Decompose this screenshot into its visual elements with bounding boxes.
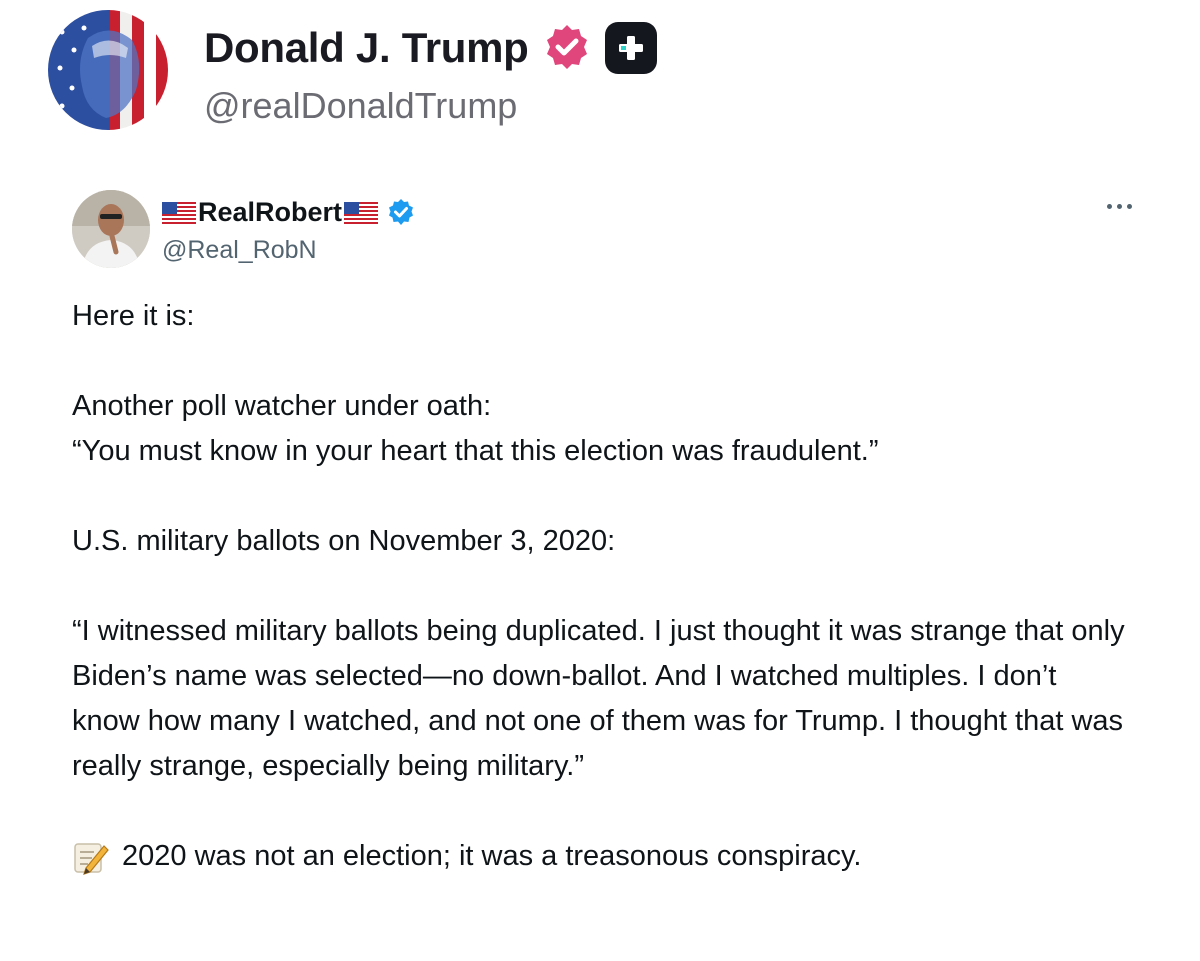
plus-badge-icon xyxy=(604,22,657,74)
memo-icon xyxy=(72,838,110,876)
closing-text: 2020 was not an election; it was a treas… xyxy=(122,840,862,872)
tweet-paragraph: “I witnessed military ballots being dupl… xyxy=(72,615,1125,782)
author-meta: Donald J. Trump @realDonaldTrump xyxy=(204,13,657,127)
quoted-author-handle[interactable]: @Real_RobN xyxy=(162,236,416,265)
post-header: Donald J. Trump @realDonaldTrump xyxy=(48,10,657,130)
blue-verified-badge-icon xyxy=(386,198,416,228)
more-dot xyxy=(1127,204,1132,209)
quoted-author-name-row: RealRobert xyxy=(162,194,416,232)
author-handle[interactable]: @realDonaldTrump xyxy=(204,85,657,127)
author-name-row: Donald J. Trump xyxy=(204,13,657,83)
more-dot xyxy=(1117,204,1122,209)
closing-line: 2020 was not an election; it was a treas… xyxy=(72,834,1132,879)
quoted-tweet-header: RealRobert @Real_RobN xyxy=(72,190,416,268)
us-flag-icon xyxy=(344,201,379,224)
quoted-author-name[interactable]: RealRobert xyxy=(198,197,342,228)
more-dot xyxy=(1107,204,1112,209)
quoted-tweet-body: Here it is: Another poll watcher under o… xyxy=(72,294,1132,879)
tweet-paragraph: U.S. military ballots on November 3, 202… xyxy=(72,525,616,557)
more-options-icon[interactable] xyxy=(1101,198,1138,215)
pink-verified-badge-icon xyxy=(541,22,593,74)
quoted-author-avatar[interactable] xyxy=(72,190,150,268)
tweet-paragraph: Here it is: xyxy=(72,300,195,332)
author-name[interactable]: Donald J. Trump xyxy=(204,24,529,72)
tweet-paragraph: Another poll watcher under oath: “You mu… xyxy=(72,390,879,467)
us-flag-icon xyxy=(162,201,196,224)
quoted-author-meta: RealRobert @Real_RobN xyxy=(162,194,416,265)
author-avatar[interactable] xyxy=(48,10,168,130)
